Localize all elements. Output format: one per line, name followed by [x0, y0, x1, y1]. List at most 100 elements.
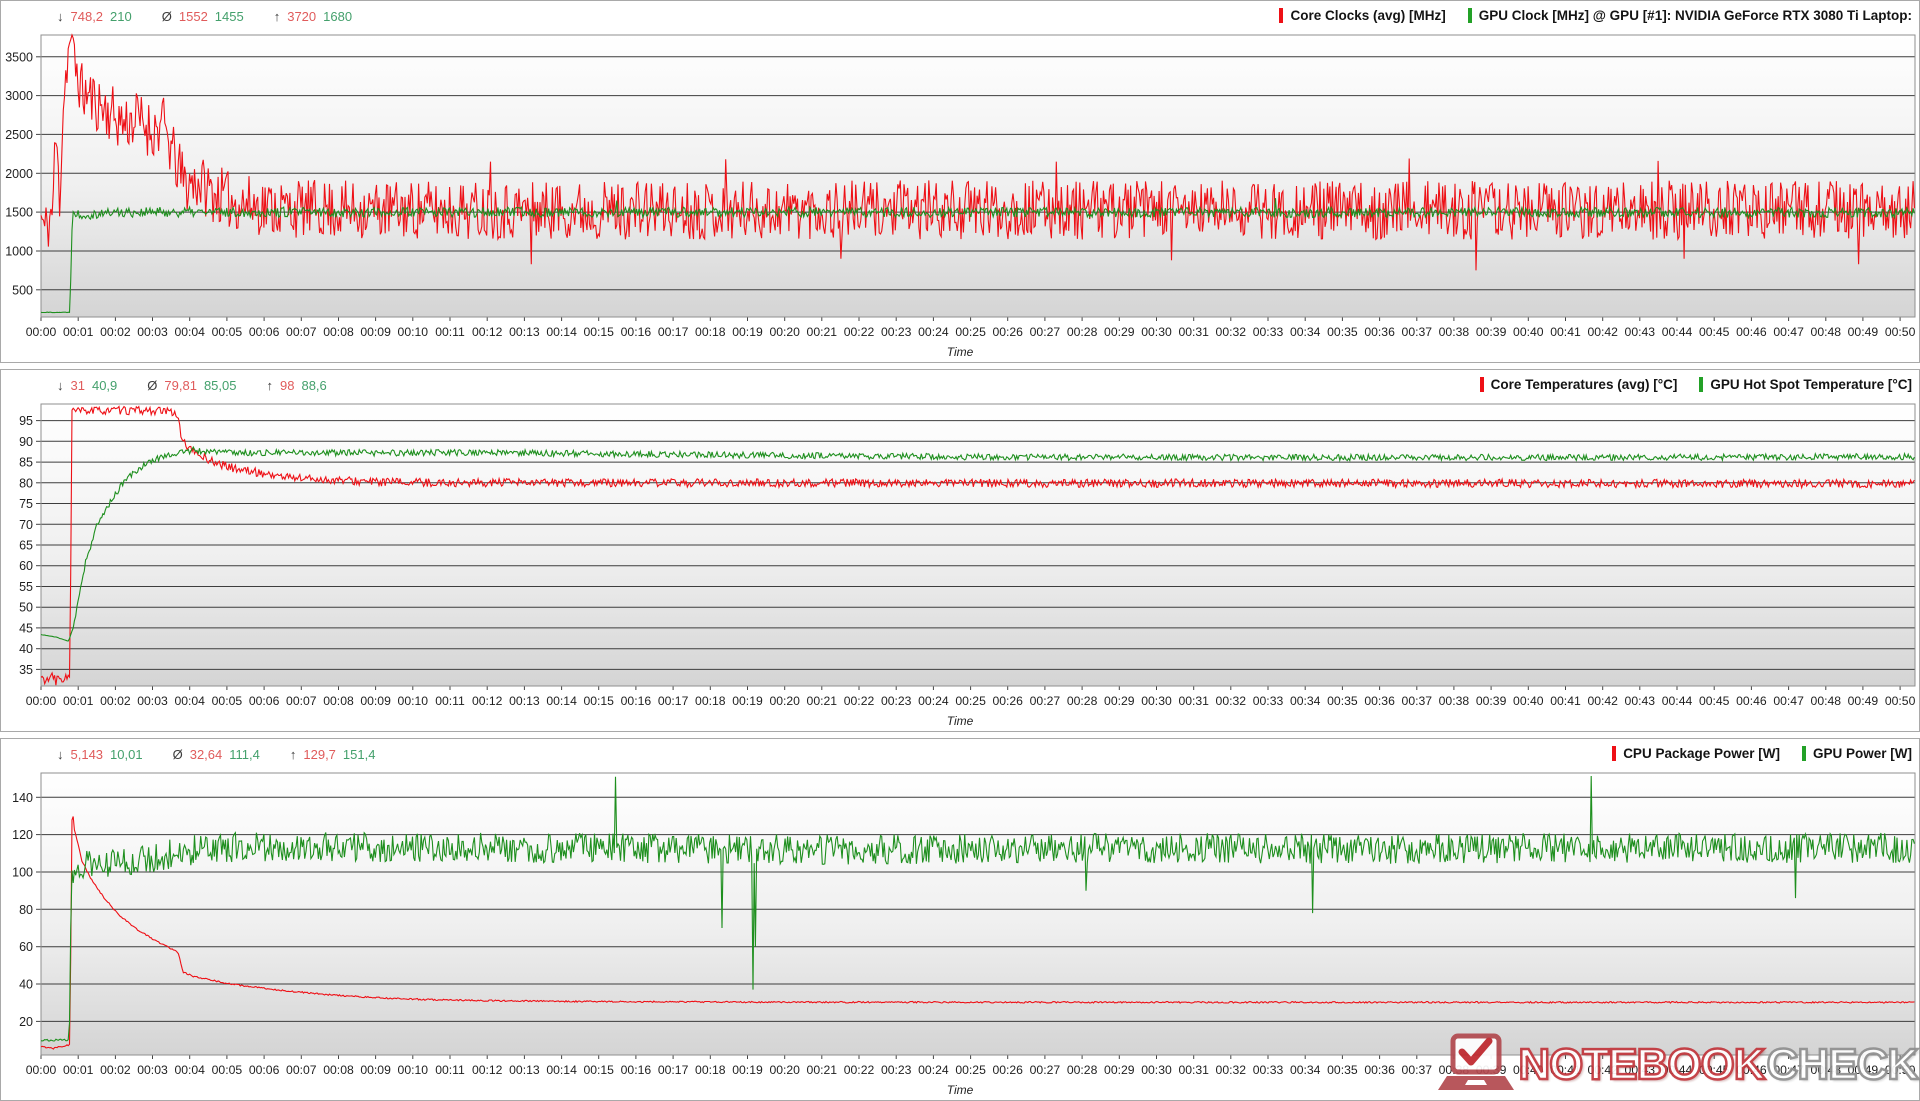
- svg-text:00:10: 00:10: [398, 694, 429, 708]
- svg-text:00:08: 00:08: [323, 1063, 354, 1077]
- svg-text:00:44: 00:44: [1662, 694, 1693, 708]
- red-legend-marker-icon: [1612, 746, 1616, 761]
- svg-text:00:10: 00:10: [398, 325, 429, 339]
- max-arrow-icon: ↑: [274, 9, 281, 24]
- svg-text:00:21: 00:21: [807, 694, 838, 708]
- svg-text:00:32: 00:32: [1216, 325, 1247, 339]
- svg-text:00:08: 00:08: [323, 694, 354, 708]
- svg-text:00:30: 00:30: [1141, 694, 1172, 708]
- svg-text:00:05: 00:05: [212, 325, 243, 339]
- svg-text:00:31: 00:31: [1178, 1063, 1209, 1077]
- svg-text:65: 65: [19, 539, 33, 553]
- svg-text:80: 80: [19, 903, 33, 917]
- power-stat-min: ↓ 5,143 10,01: [57, 747, 143, 762]
- svg-text:70: 70: [19, 518, 33, 532]
- svg-text:00:04: 00:04: [174, 1063, 205, 1077]
- power-avg-red: 32,64: [190, 747, 223, 762]
- temps-chart-plot: 3540455055606570758085909500:0000:0100:0…: [1, 396, 1920, 714]
- svg-text:00:50: 00:50: [1885, 325, 1916, 339]
- clocks-legend: Core Clocks (avg) [MHz] GPU Clock [MHz] …: [1279, 8, 1912, 23]
- svg-text:00:12: 00:12: [472, 1063, 503, 1077]
- svg-text:00:47: 00:47: [1773, 325, 1804, 339]
- svg-text:00:00: 00:00: [26, 694, 57, 708]
- legend-gpu-hotspot: GPU Hot Spot Temperature [°C]: [1699, 377, 1912, 392]
- svg-text:00:44: 00:44: [1662, 325, 1693, 339]
- svg-text:00:31: 00:31: [1178, 694, 1209, 708]
- svg-text:00:34: 00:34: [1290, 1063, 1321, 1077]
- svg-text:00:45: 00:45: [1699, 325, 1730, 339]
- svg-text:140: 140: [12, 791, 33, 805]
- svg-text:00:33: 00:33: [1253, 325, 1284, 339]
- svg-text:00:40: 00:40: [1513, 325, 1544, 339]
- svg-text:00:21: 00:21: [807, 325, 838, 339]
- clocks-avg-red: 1552: [179, 9, 208, 24]
- svg-text:00:16: 00:16: [621, 694, 652, 708]
- svg-text:00:37: 00:37: [1402, 325, 1433, 339]
- svg-text:00:49: 00:49: [1848, 325, 1879, 339]
- svg-text:00:27: 00:27: [1030, 325, 1061, 339]
- legend-cpu-package-power-label: CPU Package Power [W]: [1623, 746, 1780, 761]
- red-legend-marker-icon: [1279, 8, 1283, 23]
- legend-gpu-power-label: GPU Power [W]: [1813, 746, 1912, 761]
- svg-text:00:00: 00:00: [26, 325, 57, 339]
- svg-text:00:29: 00:29: [1104, 694, 1135, 708]
- green-legend-marker-icon: [1699, 377, 1703, 392]
- svg-text:00:41: 00:41: [1550, 325, 1581, 339]
- svg-text:100: 100: [12, 866, 33, 880]
- svg-text:00:21: 00:21: [807, 1063, 838, 1077]
- power-min-red: 5,143: [71, 747, 104, 762]
- svg-text:00:24: 00:24: [918, 1063, 949, 1077]
- svg-text:00:36: 00:36: [1364, 694, 1395, 708]
- green-legend-marker-icon: [1468, 8, 1472, 23]
- legend-core-clocks-label: Core Clocks (avg) [MHz]: [1290, 8, 1445, 23]
- min-arrow-icon: ↓: [57, 378, 64, 393]
- svg-text:00:27: 00:27: [1030, 694, 1061, 708]
- svg-text:00:01: 00:01: [63, 325, 94, 339]
- svg-text:00:04: 00:04: [174, 325, 205, 339]
- svg-text:00:10: 00:10: [398, 1063, 429, 1077]
- clocks-stat-min: ↓ 748,2 210: [57, 9, 132, 24]
- power-stat-max: ↑ 129,7 151,4: [290, 747, 376, 762]
- clocks-avg-green: 1455: [215, 9, 244, 24]
- svg-text:00:23: 00:23: [881, 694, 912, 708]
- svg-text:00:16: 00:16: [621, 325, 652, 339]
- svg-text:00:26: 00:26: [992, 694, 1023, 708]
- svg-text:40: 40: [19, 642, 33, 656]
- red-legend-marker-icon: [1480, 377, 1484, 392]
- svg-text:00:17: 00:17: [658, 1063, 689, 1077]
- svg-text:00:02: 00:02: [100, 694, 131, 708]
- svg-text:00:18: 00:18: [695, 1063, 726, 1077]
- green-legend-marker-icon: [1802, 746, 1806, 761]
- clocks-max-green: 1680: [323, 9, 352, 24]
- svg-text:00:09: 00:09: [360, 325, 391, 339]
- svg-text:00:32: 00:32: [1216, 1063, 1247, 1077]
- power-stat-avg: Ø 32,64 111,4: [173, 747, 260, 762]
- power-header: ↓ 5,143 10,01 Ø 32,64 111,4 ↑ 129,7 151,…: [1, 746, 1912, 766]
- temps-avg-green: 85,05: [204, 378, 237, 393]
- svg-text:35: 35: [19, 663, 33, 677]
- power-max-green: 151,4: [343, 747, 376, 762]
- svg-text:00:13: 00:13: [509, 694, 540, 708]
- svg-text:00:14: 00:14: [546, 694, 577, 708]
- svg-text:00:23: 00:23: [881, 325, 912, 339]
- clocks-stat-max: ↑ 3720 1680: [274, 9, 352, 24]
- svg-text:60: 60: [19, 559, 33, 573]
- temps-header: ↓ 31 40,9 Ø 79,81 85,05 ↑ 98 88,6: [1, 377, 1912, 397]
- panel-temperatures: ↓ 31 40,9 Ø 79,81 85,05 ↑ 98 88,6: [0, 369, 1920, 732]
- svg-text:00:36: 00:36: [1364, 1063, 1395, 1077]
- svg-text:75: 75: [19, 497, 33, 511]
- svg-text:00:39: 00:39: [1476, 694, 1507, 708]
- svg-text:00:16: 00:16: [621, 1063, 652, 1077]
- svg-text:00:01: 00:01: [63, 694, 94, 708]
- panel-clocks: ↓ 748,2 210 Ø 1552 1455 ↑ 3720 1680: [0, 0, 1920, 363]
- svg-text:00:06: 00:06: [249, 694, 280, 708]
- svg-text:90: 90: [19, 435, 33, 449]
- svg-text:00:12: 00:12: [472, 694, 503, 708]
- svg-text:00:49: 00:49: [1848, 694, 1879, 708]
- svg-text:00:15: 00:15: [583, 1063, 614, 1077]
- svg-text:00:19: 00:19: [732, 1063, 763, 1077]
- avg-symbol-icon: Ø: [173, 747, 183, 762]
- temps-stat-max: ↑ 98 88,6: [267, 378, 327, 393]
- min-arrow-icon: ↓: [57, 9, 64, 24]
- svg-text:00:17: 00:17: [658, 325, 689, 339]
